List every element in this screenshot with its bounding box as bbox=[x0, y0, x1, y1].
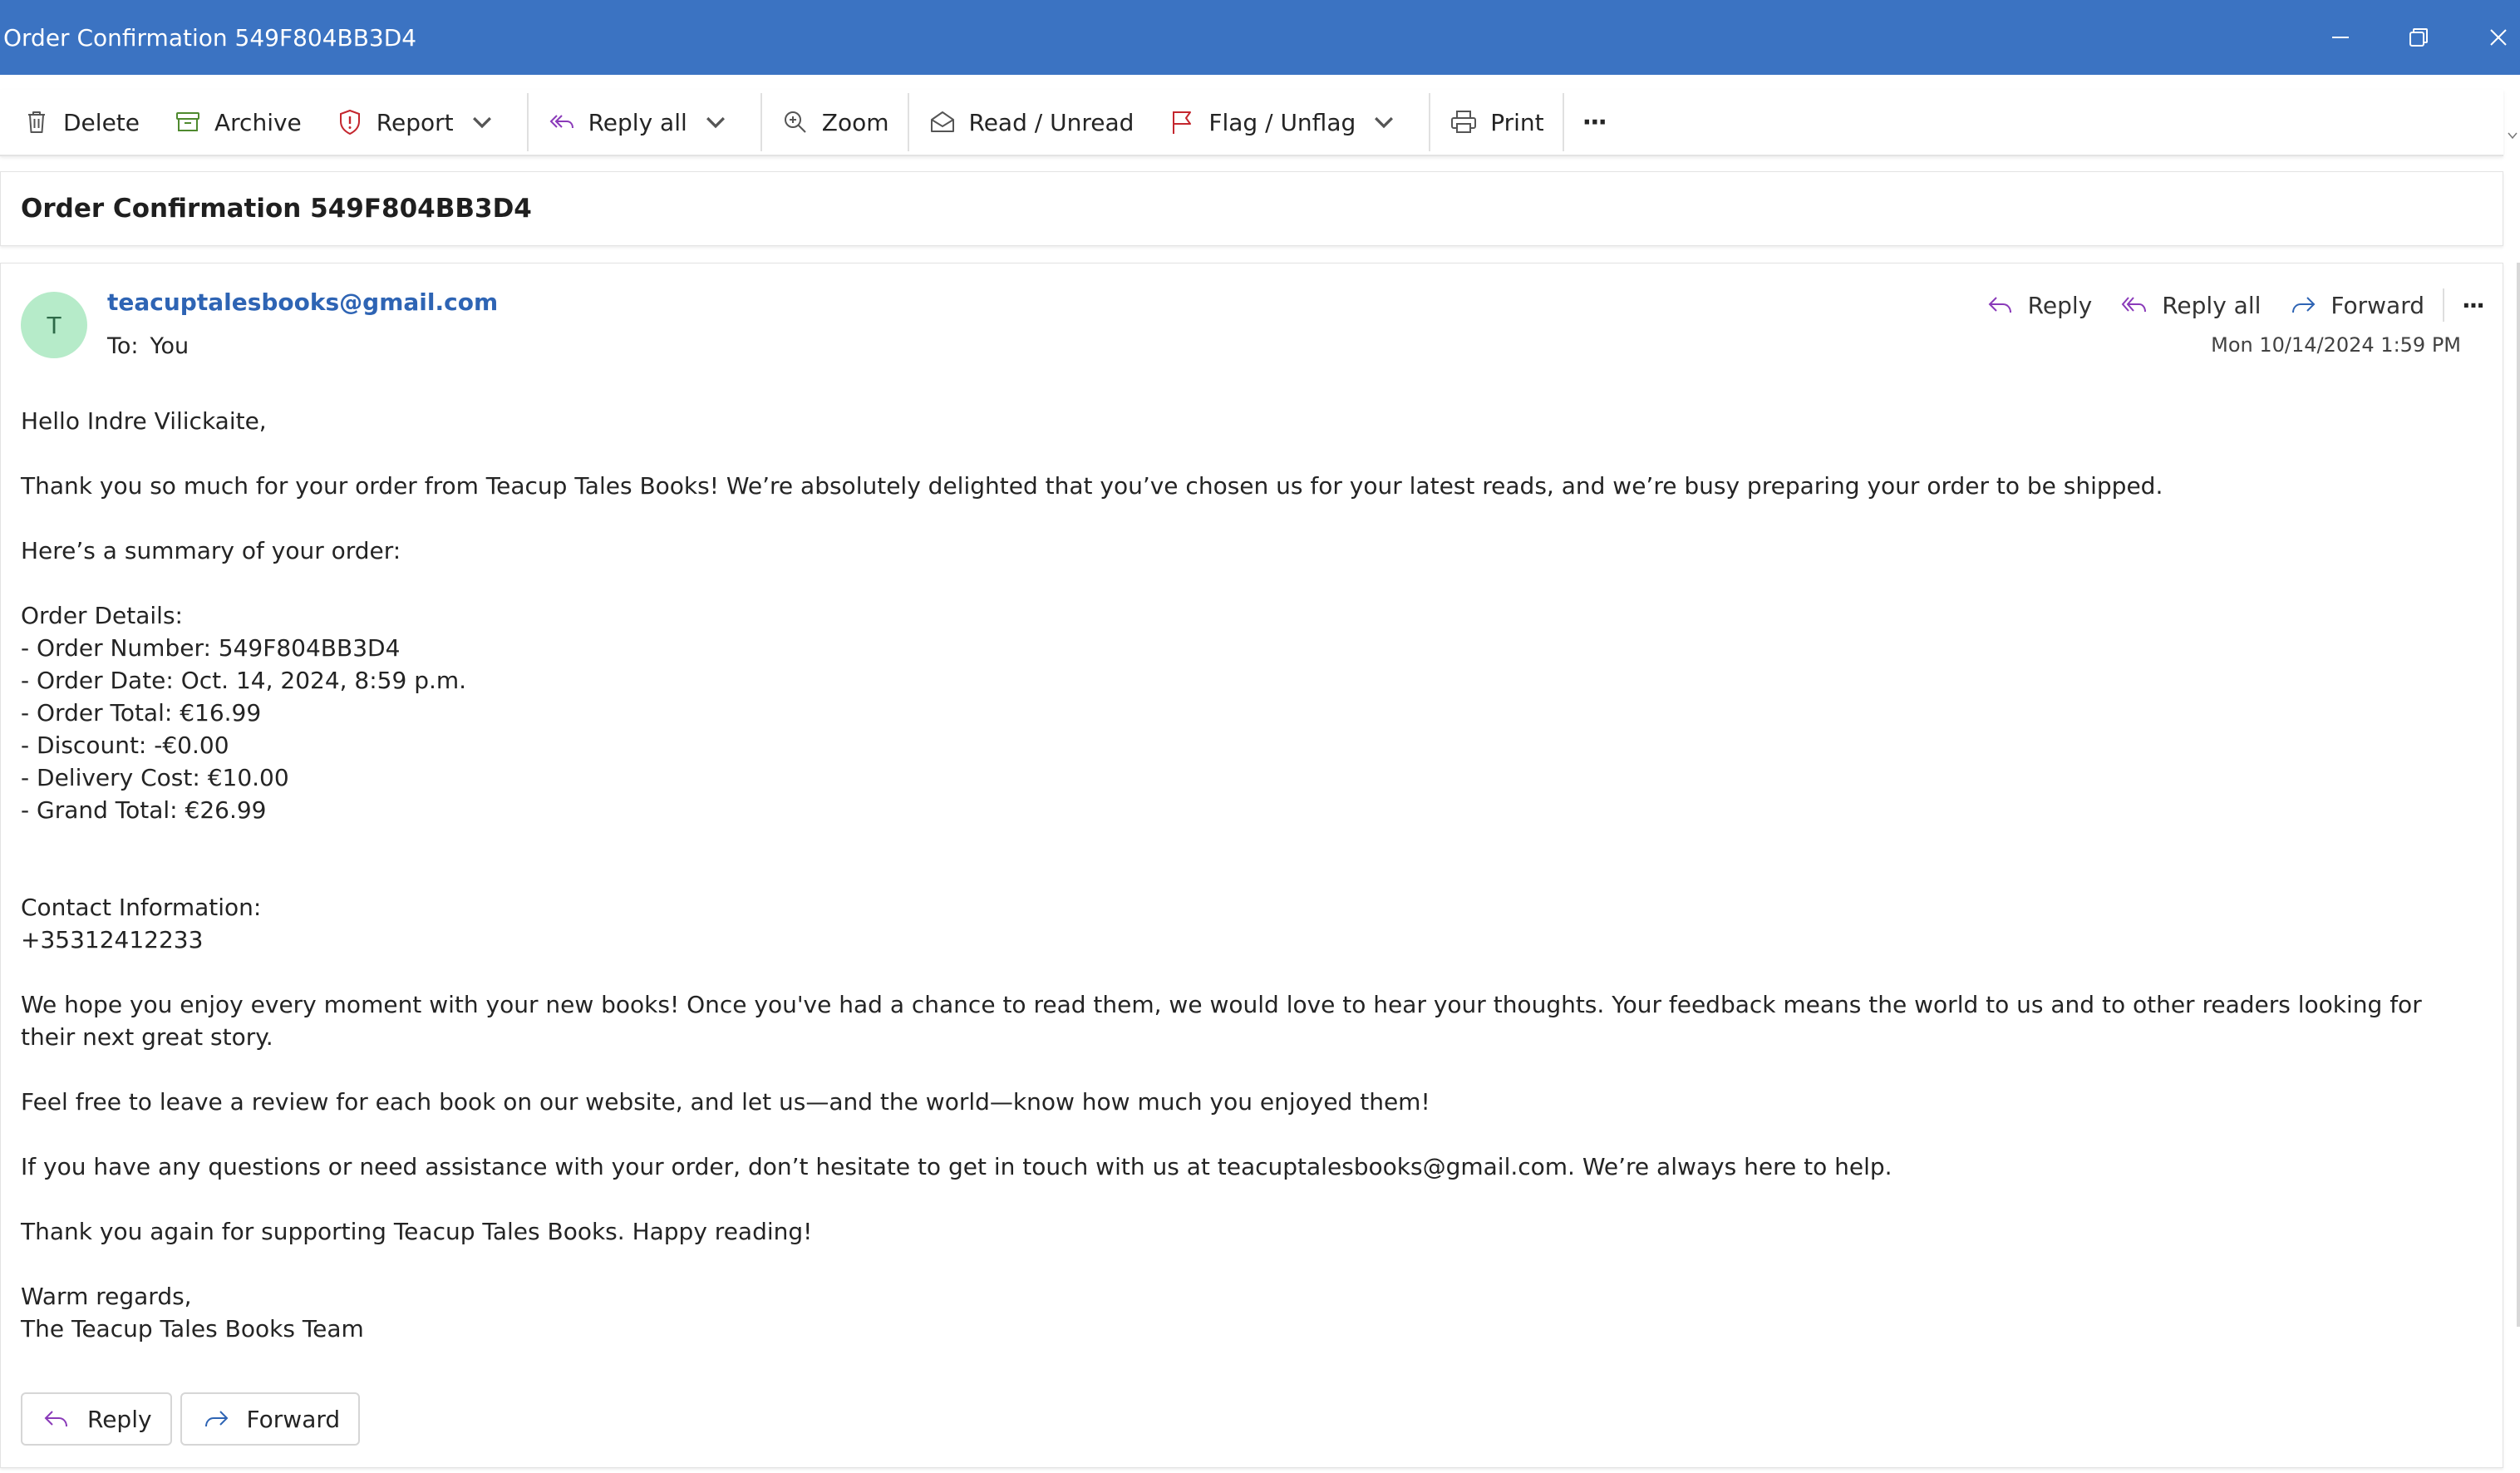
more-icon: ··· bbox=[1582, 107, 1607, 137]
print-button[interactable]: Print bbox=[1432, 96, 1560, 149]
message-actions: Reply Reply all Forward ··· bbox=[1971, 282, 2496, 328]
ribbon-divider bbox=[907, 93, 909, 151]
ribbon-toolbar: Delete Archive Report Reply all Zoom Rea… bbox=[0, 90, 2503, 156]
message-subject: Order Confirmation 549F804BB3D4 bbox=[21, 194, 532, 224]
subject-header: Order Confirmation 549F804BB3D4 bbox=[0, 171, 2503, 246]
message-more-button[interactable]: ··· bbox=[2449, 282, 2496, 328]
sender-address[interactable]: teacuptalesbooks@gmail.com bbox=[107, 288, 498, 316]
archive-button[interactable]: Archive bbox=[156, 96, 318, 149]
shield-alert-icon bbox=[339, 109, 360, 135]
forward-button[interactable]: Forward bbox=[2274, 282, 2438, 328]
forward-label: Forward bbox=[2331, 291, 2424, 319]
chevron-down-icon[interactable] bbox=[1369, 107, 1399, 137]
reply-all-ribbon-button[interactable]: Reply all bbox=[530, 96, 759, 149]
reply-label: Reply bbox=[2027, 291, 2093, 319]
bottom-actions: Reply Forward bbox=[21, 1392, 368, 1446]
delete-button[interactable]: Delete bbox=[0, 96, 156, 149]
printer-icon bbox=[1451, 111, 1477, 133]
recipient-line: To: You bbox=[107, 333, 189, 359]
bottom-reply-label: Reply bbox=[87, 1405, 152, 1433]
print-label: Print bbox=[1490, 108, 1544, 136]
message-body: Hello Indre Vilickaite, Thank you so muc… bbox=[21, 405, 2481, 1345]
reply-icon bbox=[44, 1411, 67, 1427]
minimize-button[interactable] bbox=[2301, 0, 2380, 75]
more-actions-button[interactable]: ··· bbox=[1566, 96, 1622, 149]
bottom-forward-button[interactable]: Forward bbox=[180, 1392, 361, 1446]
ribbon-divider bbox=[526, 93, 529, 151]
body-enjoy: We hope you enjoy every moment with your… bbox=[21, 991, 2429, 1051]
body-signature: The Teacup Tales Books Team bbox=[21, 1315, 364, 1342]
avatar[interactable]: T bbox=[21, 292, 87, 358]
order-line: - Order Total: €16.99 bbox=[21, 699, 262, 727]
chevron-down-icon[interactable] bbox=[467, 107, 497, 137]
reply-all-ribbon-label: Reply all bbox=[588, 108, 687, 136]
forward-icon bbox=[2292, 297, 2316, 313]
reply-button[interactable]: Reply bbox=[1971, 282, 2106, 328]
ribbon-divider bbox=[1429, 93, 1431, 151]
ribbon-collapse-icon[interactable] bbox=[2507, 130, 2518, 141]
message-card: T teacuptalesbooks@gmail.com To: You Repl… bbox=[0, 263, 2503, 1468]
order-line: - Grand Total: €26.99 bbox=[21, 796, 267, 824]
recipient-value[interactable]: You bbox=[150, 333, 189, 359]
minimize-icon bbox=[2332, 37, 2349, 38]
actions-divider bbox=[2443, 288, 2444, 322]
scrollbar[interactable] bbox=[2517, 263, 2520, 1327]
close-icon bbox=[2490, 29, 2507, 46]
ribbon-divider bbox=[760, 93, 762, 151]
trash-icon bbox=[28, 111, 45, 133]
restore-button[interactable] bbox=[2379, 0, 2458, 75]
flag-icon bbox=[1173, 111, 1192, 134]
contact-heading: Contact Information: bbox=[21, 894, 262, 921]
reply-all-icon bbox=[549, 115, 573, 129]
report-button[interactable]: Report bbox=[318, 96, 525, 149]
reply-all-button[interactable]: Reply all bbox=[2105, 282, 2274, 328]
ribbon-divider bbox=[1562, 93, 1564, 151]
order-line: - Order Date: Oct. 14, 2024, 8:59 p.m. bbox=[21, 667, 467, 694]
window-title: Order Confirmation 549F804BB3D4 bbox=[3, 23, 417, 52]
reply-all-icon bbox=[2121, 297, 2147, 313]
zoom-button[interactable]: Zoom bbox=[764, 96, 906, 149]
to-label: To: bbox=[107, 333, 139, 359]
order-details-heading: Order Details: bbox=[21, 602, 183, 629]
bottom-reply-button[interactable]: Reply bbox=[21, 1392, 172, 1446]
read-unread-label: Read / Unread bbox=[968, 108, 1134, 136]
forward-icon bbox=[204, 1411, 228, 1427]
zoom-in-icon bbox=[784, 111, 806, 133]
archive-icon bbox=[176, 112, 199, 131]
contact-phone: +35312412233 bbox=[21, 926, 204, 953]
order-line: - Delivery Cost: €10.00 bbox=[21, 764, 289, 791]
body-intro: Thank you so much for your order from Te… bbox=[21, 472, 2163, 500]
body-summary-heading: Here’s a summary of your order: bbox=[21, 537, 401, 564]
chevron-down-icon[interactable] bbox=[701, 107, 731, 137]
flag-unflag-label: Flag / Unflag bbox=[1208, 108, 1356, 136]
order-line: - Order Number: 549F804BB3D4 bbox=[21, 634, 401, 662]
bottom-forward-label: Forward bbox=[246, 1405, 341, 1433]
zoom-label: Zoom bbox=[821, 108, 889, 136]
read-unread-button[interactable]: Read / Unread bbox=[911, 96, 1151, 149]
window-titlebar: Order Confirmation 549F804BB3D4 bbox=[0, 0, 2520, 75]
body-review: Feel free to leave a review for each boo… bbox=[21, 1088, 1430, 1116]
order-line: - Discount: -€0.00 bbox=[21, 732, 229, 759]
close-button[interactable] bbox=[2458, 0, 2520, 75]
envelope-open-icon bbox=[930, 111, 954, 132]
report-label: Report bbox=[376, 108, 454, 136]
body-greeting: Hello Indre Vilickaite, bbox=[21, 407, 267, 435]
archive-label: Archive bbox=[214, 108, 302, 136]
body-signoff: Warm regards, bbox=[21, 1283, 192, 1310]
reply-all-label: Reply all bbox=[2162, 291, 2262, 319]
restore-icon bbox=[2409, 28, 2428, 47]
delete-label: Delete bbox=[63, 108, 140, 136]
more-icon: ··· bbox=[2462, 291, 2485, 319]
flag-unflag-button[interactable]: Flag / Unflag bbox=[1150, 96, 1427, 149]
message-datetime: Mon 10/14/2024 1:59 PM bbox=[2211, 333, 2461, 357]
body-thanks: Thank you again for supporting Teacup Ta… bbox=[21, 1218, 813, 1245]
reply-icon bbox=[1988, 297, 2011, 313]
body-questions: If you have any questions or need assist… bbox=[21, 1153, 1892, 1180]
